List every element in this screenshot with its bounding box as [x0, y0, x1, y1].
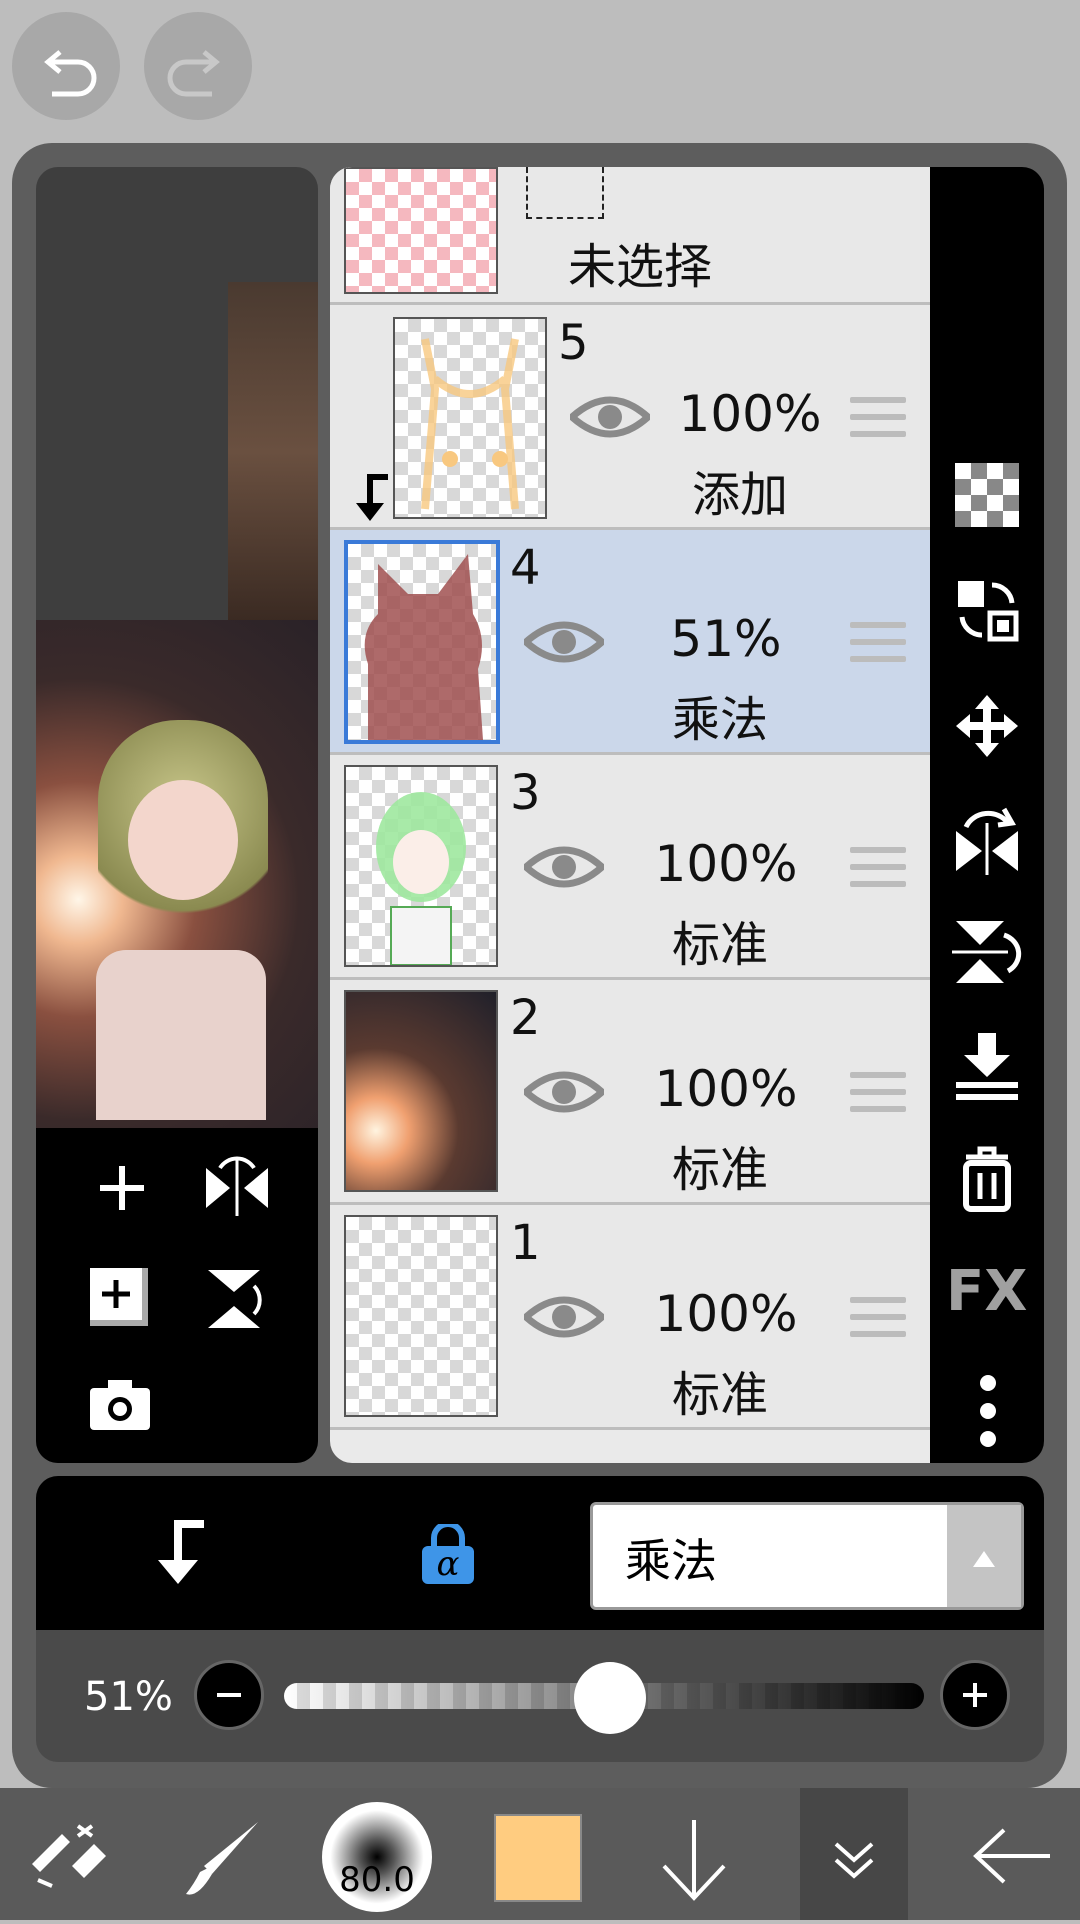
layer-row[interactable]: 3 100% 标准: [330, 755, 930, 980]
opacity-increase-button[interactable]: [940, 1660, 1010, 1730]
move-icon[interactable]: [952, 691, 1022, 761]
layer-row[interactable]: 5 100% 添加: [330, 305, 930, 530]
clip-arrow-icon[interactable]: [148, 1518, 212, 1590]
eye-icon[interactable]: [524, 1066, 604, 1118]
character-face: [128, 780, 238, 900]
layer-thumbnail: [344, 1215, 498, 1417]
flip-vertical-icon[interactable]: [952, 917, 1022, 987]
eye-icon[interactable]: [524, 616, 604, 668]
color-swatch[interactable]: [494, 1814, 582, 1902]
more-icon[interactable]: [976, 1373, 1000, 1449]
trash-icon[interactable]: [952, 1143, 1022, 1213]
opacity-decrease-button[interactable]: [194, 1660, 264, 1730]
blend-mode-label: 标准: [671, 1367, 768, 1423]
blend-mode-label: 乘法: [671, 692, 768, 748]
brush-size-button[interactable]: 80.0: [322, 1802, 432, 1912]
layer-number: 1: [510, 1215, 541, 1271]
layer-actions-toolbar: FX: [930, 167, 1044, 1463]
drag-handle[interactable]: [850, 397, 906, 443]
camera-icon[interactable]: [88, 1378, 152, 1432]
unselected-row[interactable]: 未选择: [330, 167, 930, 305]
merge-down-icon[interactable]: [952, 1031, 1022, 1101]
add-layer-icon[interactable]: [92, 1158, 152, 1218]
canvas-image: [36, 620, 318, 1128]
plus-icon: [963, 1683, 987, 1707]
minus-icon: [217, 1693, 241, 1697]
redo-icon: [167, 50, 220, 97]
clip-arrow-icon: [356, 474, 388, 521]
add-folder-icon[interactable]: [90, 1268, 148, 1326]
drag-handle[interactable]: [850, 847, 906, 893]
selection-icon: [526, 167, 604, 219]
layer-row[interactable]: 2 100% 标准: [330, 980, 930, 1205]
blend-mode-label: 标准: [671, 1142, 768, 1198]
brush-icon[interactable]: [180, 1816, 264, 1900]
blend-mode-value: 乘法: [625, 1534, 717, 1588]
eye-icon[interactable]: [570, 391, 650, 443]
transparency-checker-icon[interactable]: [955, 463, 1019, 527]
eye-icon[interactable]: [524, 1291, 604, 1343]
brush-eraser-swap-icon[interactable]: [22, 1816, 112, 1896]
layer-list[interactable]: 未选择 5 100% 添加 4 51% 乘法 3 100% 标准 2 100% …: [330, 167, 930, 1463]
opacity-slider-row: 51%: [36, 1630, 1044, 1762]
dropdown-toggle[interactable]: [947, 1505, 1021, 1607]
redo-button[interactable]: [144, 12, 252, 120]
flip-vertical-small-icon[interactable]: [202, 1264, 266, 1334]
layer-opacity: 100%: [678, 385, 822, 443]
layer-number: 4: [510, 540, 541, 596]
eye-icon[interactable]: [524, 841, 604, 893]
canvas-preview[interactable]: [36, 167, 318, 1463]
alpha-lock-icon[interactable]: α: [420, 1521, 476, 1584]
collapse-button[interactable]: [800, 1788, 908, 1920]
triangle-up-icon: [973, 1551, 995, 1567]
drag-handle[interactable]: [850, 1297, 906, 1343]
layer-opacity: 51%: [670, 610, 782, 668]
character-body: [96, 950, 266, 1120]
layer-thumbnail: [344, 990, 498, 1192]
drag-handle[interactable]: [850, 1072, 906, 1118]
layer-opacity: 100%: [654, 1285, 798, 1343]
preview-tools: [36, 1128, 318, 1463]
flip-horizontal-icon[interactable]: [952, 805, 1022, 875]
layer-swap-icon[interactable]: [952, 575, 1022, 645]
blend-controls: α 乘法: [36, 1476, 1044, 1630]
layer-opacity: 100%: [654, 835, 798, 893]
bottom-toolbar: 80.0: [0, 1788, 1080, 1920]
brush-size-value: 80.0: [339, 1860, 415, 1900]
layer-number: 5: [558, 315, 589, 371]
layer-row[interactable]: 1 100% 标准: [330, 1205, 930, 1430]
flip-horizontal-small-icon[interactable]: [202, 1156, 272, 1220]
unselected-label: 未选择: [567, 239, 712, 295]
layer-thumbnail: [344, 540, 500, 744]
double-chevron-down-icon: [834, 1842, 874, 1879]
opacity-label: 51%: [84, 1674, 173, 1720]
blend-mode-label: 添加: [691, 467, 788, 523]
layer-number: 3: [510, 765, 541, 821]
arrow-down-icon[interactable]: [654, 1816, 734, 1904]
undo-icon: [44, 50, 97, 97]
layer-thumbnail: [344, 765, 498, 967]
blend-mode-label: 标准: [671, 917, 768, 973]
opacity-slider-thumb[interactable]: [574, 1662, 647, 1734]
layer-row-selected[interactable]: 4 51% 乘法: [330, 530, 930, 755]
blend-mode-dropdown[interactable]: 乘法: [590, 1502, 1024, 1610]
layer-thumbnail: [344, 167, 498, 294]
layer-opacity: 100%: [654, 1060, 798, 1118]
undo-button[interactable]: [12, 12, 120, 120]
background-strip: [228, 282, 318, 622]
layer-number: 2: [510, 990, 541, 1046]
drag-handle[interactable]: [850, 622, 906, 668]
layer-thumbnail: [393, 317, 547, 519]
fx-icon[interactable]: FX: [946, 1259, 1027, 1324]
back-arrow-icon[interactable]: [970, 1824, 1054, 1888]
